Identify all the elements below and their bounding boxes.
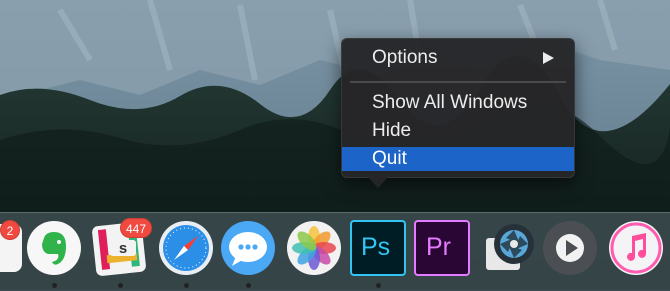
dock-context-menu: Options Show All Windows Hide Quit	[341, 38, 575, 178]
notification-badge: 447	[120, 218, 153, 238]
running-indicator	[118, 283, 123, 288]
menu-item-options[interactable]: Options	[342, 46, 574, 70]
itunes-icon	[609, 221, 663, 275]
dock-app-evernote[interactable]	[26, 220, 82, 276]
menu-item-hide[interactable]: Hide	[342, 119, 574, 143]
dock-app-photos[interactable]	[286, 220, 342, 276]
menu-item-show-all-windows[interactable]: Show All Windows	[342, 91, 574, 115]
premiere-icon: Pr	[414, 220, 470, 276]
menu-item-label: Show All Windows	[372, 92, 528, 113]
menu-separator	[350, 81, 566, 83]
quicktime-icon	[543, 221, 597, 275]
menu-item-quit[interactable]: Quit	[342, 147, 574, 171]
dock-app-photoshop[interactable]: Ps	[350, 220, 406, 276]
dock-app-itunes[interactable]	[608, 220, 664, 276]
safari-icon	[159, 221, 213, 275]
menu-item-label: Hide	[372, 120, 412, 141]
menu-item-label: Options	[372, 47, 438, 68]
dock-app-messages[interactable]	[220, 220, 276, 276]
premiere-label: Pr	[426, 233, 451, 261]
evernote-icon	[27, 221, 81, 275]
submenu-arrow-icon	[543, 52, 554, 64]
menu-item-label: Quit	[372, 148, 407, 169]
photoshop-icon: Ps	[350, 220, 406, 276]
dock-app-quicktime[interactable]	[542, 220, 598, 276]
dock-app-premiere[interactable]: Pr	[414, 220, 470, 276]
menu-pointer	[367, 176, 389, 188]
dock-app-aperture[interactable]	[480, 220, 536, 276]
notification-badge: 2	[0, 220, 20, 240]
running-indicator	[376, 283, 381, 288]
running-indicator	[52, 283, 57, 288]
running-indicator	[184, 283, 189, 288]
dock-app-safari[interactable]	[158, 220, 214, 276]
svg-text:s: s	[119, 240, 127, 257]
running-indicator	[246, 283, 251, 288]
photos-icon	[287, 221, 341, 275]
aperture-icon	[486, 224, 534, 270]
photoshop-label: Ps	[361, 233, 391, 261]
messages-icon	[221, 221, 275, 275]
